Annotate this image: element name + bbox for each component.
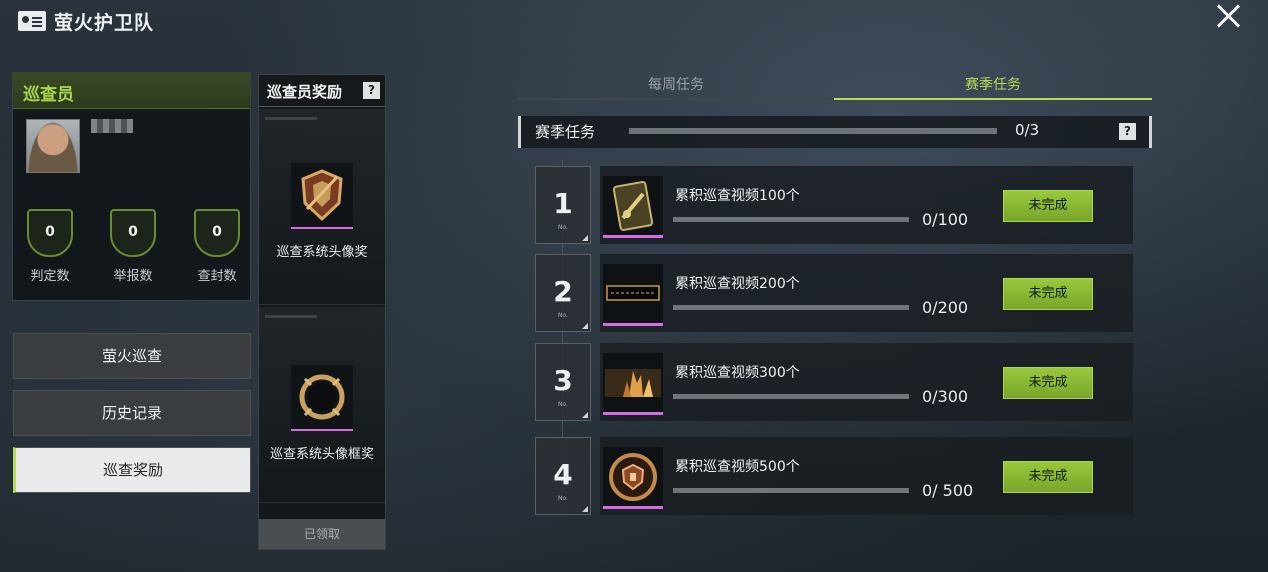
task-progress-text: 0/100 [922, 210, 969, 229]
task-row: 累积巡查视频200个 0/200 未完成 [600, 254, 1133, 332]
rewards-header: 巡查员奖励 ? [259, 75, 385, 107]
stat-reports: 0 举报数 [110, 209, 156, 284]
avatar-frame-icon [291, 365, 353, 431]
task-progress-text: 0/ 500 [922, 481, 974, 500]
shield-avatar-icon [291, 163, 353, 229]
reward-item[interactable]: 巡查系统头像奖 [259, 109, 385, 305]
username-masked [91, 119, 133, 133]
task-status-button[interactable]: 未完成 [1003, 278, 1093, 310]
role-label: 巡查员 [23, 85, 74, 105]
task-name: 累积巡查视频500个 [675, 459, 800, 475]
nameplate-banner-icon [603, 264, 663, 326]
stat-label: 判定数 [30, 269, 70, 284]
help-icon[interactable]: ? [363, 82, 380, 99]
task-name: 累积巡查视频200个 [675, 276, 800, 292]
task-name: 累积巡查视频300个 [675, 365, 800, 381]
flame-banner-icon [603, 353, 663, 415]
menu-history[interactable]: 历史记录 [13, 390, 251, 436]
task-progress-track [673, 488, 909, 493]
task-number-badge: 4 No. [535, 437, 591, 515]
stat-label: 查封数 [197, 269, 237, 284]
task-name: 累积巡查视频100个 [675, 188, 800, 204]
task-progress-track [673, 394, 909, 399]
rewards-column: 巡查员奖励 ? 巡查系统头像奖 巡查系统头像框奖 已领取 [258, 74, 386, 550]
season-progress-text: 0/3 [1015, 121, 1040, 139]
task-number-badge: 2 No. [535, 254, 591, 332]
season-progress-track [629, 128, 997, 134]
task-status-button[interactable]: 未完成 [1003, 461, 1093, 493]
task-status-button[interactable]: 未完成 [1003, 367, 1093, 399]
menu-firefly-patrol[interactable]: 萤火巡查 [13, 333, 251, 379]
task-row: 累积巡查视频300个 0/300 未完成 [600, 343, 1133, 421]
reward-name: 巡查系统头像框奖 [269, 447, 374, 462]
stat-shield-icon: 0 [194, 209, 240, 257]
card-header: 巡查员 [13, 73, 250, 109]
emblem-badge-icon [603, 447, 663, 509]
task-progress-text: 0/300 [922, 387, 969, 406]
stat-bans: 0 查封数 [194, 209, 240, 284]
task-status-button[interactable]: 未完成 [1003, 190, 1093, 222]
help-icon[interactable]: ? [1119, 123, 1136, 140]
reward-item[interactable]: 巡查系统头像框奖 [259, 307, 385, 503]
task-progress-track [673, 217, 909, 222]
task-number-badge: 1 No. [535, 166, 591, 244]
page-title: 萤火护卫队 [54, 12, 155, 34]
stat-label: 举报数 [113, 269, 153, 284]
menu-patrol-rewards[interactable]: 巡查奖励 [13, 447, 251, 493]
task-number-badge: 3 No. [535, 343, 591, 421]
task-row: 累积巡查视频500个 0/ 500 未完成 [600, 437, 1133, 515]
id-card-icon [18, 11, 46, 31]
task-row: 累积巡查视频100个 0/100 未完成 [600, 166, 1133, 244]
tab-weekly-tasks[interactable]: 每周任务 [518, 74, 834, 100]
task-progress-text: 0/200 [922, 298, 969, 317]
avatar [26, 119, 80, 173]
season-progress-header: 赛季任务 0/3 ? [518, 116, 1152, 148]
stat-shield-icon: 0 [110, 209, 156, 257]
claimed-status: 已领取 [259, 519, 385, 549]
reward-name: 巡查系统头像奖 [276, 245, 368, 260]
card-badge-icon [603, 176, 663, 238]
rewards-title: 巡查员奖励 [267, 83, 343, 101]
stat-shield-icon: 0 [27, 209, 73, 257]
season-title: 赛季任务 [535, 123, 596, 141]
patroller-card: 巡查员 0 判定数 0 举报数 0 查封数 [12, 72, 251, 301]
tab-season-tasks[interactable]: 赛季任务 [834, 74, 1152, 100]
task-progress-track [673, 305, 909, 310]
stat-judgments: 0 判定数 [27, 209, 73, 284]
close-button[interactable] [1212, 0, 1246, 32]
